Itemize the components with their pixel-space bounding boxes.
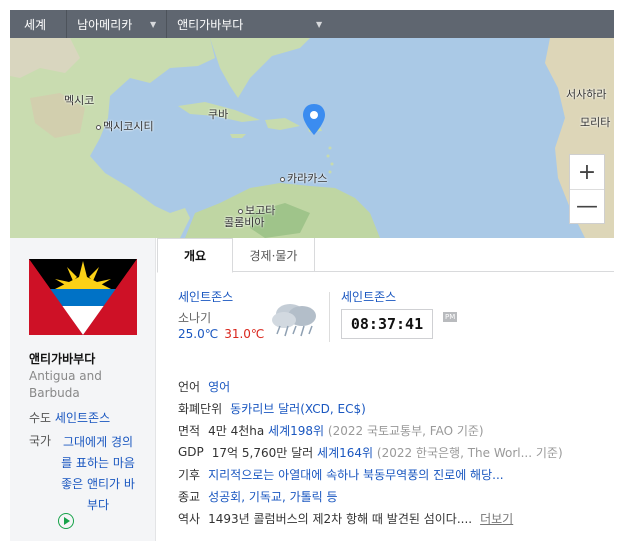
fact-gdp-label: GDP [178, 445, 204, 459]
breadcrumb-world[interactable]: 세계 [10, 10, 66, 38]
map-label-mexico-city-text: 멕시코시티 [103, 120, 154, 133]
map-label-colombia: 콜롬비아 [224, 216, 265, 229]
map-label-mexico: 멕시코 [64, 94, 95, 107]
tab-overview[interactable]: 개요 [157, 238, 233, 273]
zoom-control: + — [569, 154, 605, 224]
history-more-link[interactable]: 더보기 [480, 510, 513, 527]
fact-religion-value[interactable]: 성공회, 기독교, 가톨릭 등 [208, 488, 337, 505]
capital-label: 수도 [29, 411, 52, 425]
anthem-link[interactable]: 그대에게 경의를 표하는 마음 좋은 앤티가 바부다 [59, 432, 137, 516]
fact-currency-value[interactable]: 동카리브 달러(XCD, EC$) [230, 400, 366, 417]
location-pin-icon [303, 104, 325, 135]
fact-currency-label: 화폐단위 [178, 401, 223, 416]
country-map[interactable]: 멕시코 멕시코시티 쿠바 카라카스 보고타 콜롬비아 서사하라 모리타 + — [10, 38, 614, 238]
fact-currency: 화폐단위 동카리브 달러(XCD, EC$) [178, 397, 608, 419]
fact-religion: 종교 성공회, 기독교, 가톨릭 등 [178, 485, 608, 507]
fact-area-value: 4만 4천ha [208, 423, 265, 438]
fact-language-value[interactable]: 영어 [208, 378, 230, 395]
city-dot-icon [238, 208, 243, 214]
play-anthem-button[interactable] [58, 513, 74, 529]
temp-low: 25.0℃ [178, 327, 219, 341]
breadcrumb-world-label: 세계 [24, 17, 47, 32]
fact-history: 역사 1493년 콜럼버스의 제2차 항해 때 발견된 섬이다.... 더보기 [178, 507, 608, 529]
map-label-mexico-city: 멕시코시티 [96, 118, 154, 134]
breadcrumb-country[interactable]: 앤티가바부다 ▼ [166, 10, 332, 38]
fact-climate-label: 기후 [178, 467, 201, 482]
country-facts: 언어 영어 화폐단위 동카리브 달러(XCD, EC$) 면적 4만 4천ha … [178, 375, 608, 529]
country-flag [29, 259, 137, 335]
breadcrumb-country-label: 앤티가바부다 [177, 17, 244, 32]
fact-religion-label: 종교 [178, 489, 201, 504]
fact-history-value: 1493년 콜럼버스의 제2차 항해 때 발견된 섬이다.... [208, 511, 473, 526]
fact-gdp-source: (2022 한국은행, The Worl... 기준) [376, 445, 563, 460]
zoom-out-button[interactable]: — [570, 189, 604, 223]
city-dot-icon [280, 176, 285, 182]
fact-climate: 기후 지리적으로는 아열대에 속하나 북동무역풍의 진로에 해당... [178, 463, 608, 485]
fact-gdp-rank[interactable]: 세계164위 [317, 444, 373, 461]
map-label-western-sahara: 서사하라 [566, 88, 607, 101]
fact-climate-value[interactable]: 지리적으로는 아열대에 속하나 북동무역풍의 진로에 해당... [208, 466, 503, 483]
fact-area-source: (2022 국토교통부, FAO 기준) [327, 423, 484, 438]
fact-area-rank[interactable]: 세계198위 [268, 422, 324, 439]
temp-high: 31.0℃ [224, 327, 265, 341]
tab-economy[interactable]: 경제·물가 [233, 238, 315, 272]
play-icon [64, 517, 70, 525]
country-name: 앤티가바부다 [29, 352, 96, 366]
local-time-clock: 08:37:41 [341, 309, 433, 339]
map-label-cuba: 쿠바 [208, 108, 229, 121]
weather-temps: 25.0℃ 31.0℃ [178, 327, 264, 341]
weather-condition: 소나기 [178, 311, 212, 325]
rain-cloud-icon [272, 304, 316, 337]
capital-row: 수도 세인트존스 [29, 409, 110, 426]
chevron-down-icon: ▼ [315, 19, 323, 29]
breadcrumb: 세계 남아메리카 ▼ 앤티가바부다 ▼ [10, 10, 614, 38]
time-city-link[interactable]: 세인트존스 [341, 288, 396, 305]
fact-language-label: 언어 [178, 379, 201, 394]
divider [329, 292, 330, 342]
fact-gdp-value: 17억 5,760만 달러 [211, 445, 314, 460]
breadcrumb-south-america-label: 남아메리카 [77, 17, 133, 32]
chevron-down-icon: ▼ [149, 19, 157, 29]
zoom-in-button[interactable]: + [570, 155, 604, 189]
anthem-label: 국가 [29, 434, 52, 448]
fact-language: 언어 영어 [178, 375, 608, 397]
country-name-en: Antigua and Barbuda [29, 369, 102, 400]
fact-area-label: 면적 [178, 423, 201, 438]
map-label-mauritania: 모리타 [580, 116, 611, 129]
fact-gdp: GDP 17억 5,760만 달러 세계164위 (2022 한국은행, The… [178, 441, 608, 463]
country-profile-panel: 앤티가바부다 Antigua and Barbuda 수도 세인트존스 국가 그… [10, 238, 156, 541]
fact-history-label: 역사 [178, 511, 201, 526]
map-canvas [10, 38, 614, 238]
city-dot-icon [96, 124, 101, 130]
breadcrumb-south-america[interactable]: 남아메리카 ▼ [66, 10, 166, 38]
ampm-badge: PM [443, 312, 458, 322]
map-label-caracas-text: 카라카스 [287, 172, 328, 185]
info-tabs: 개요 경제·물가 [157, 238, 614, 273]
weather-city-link[interactable]: 세인트존스 [178, 288, 233, 305]
fact-area: 면적 4만 4천ha 세계198위 (2022 국토교통부, FAO 기준) [178, 419, 608, 441]
capital-link[interactable]: 세인트존스 [55, 411, 110, 425]
map-label-caracas: 카라카스 [280, 170, 327, 186]
